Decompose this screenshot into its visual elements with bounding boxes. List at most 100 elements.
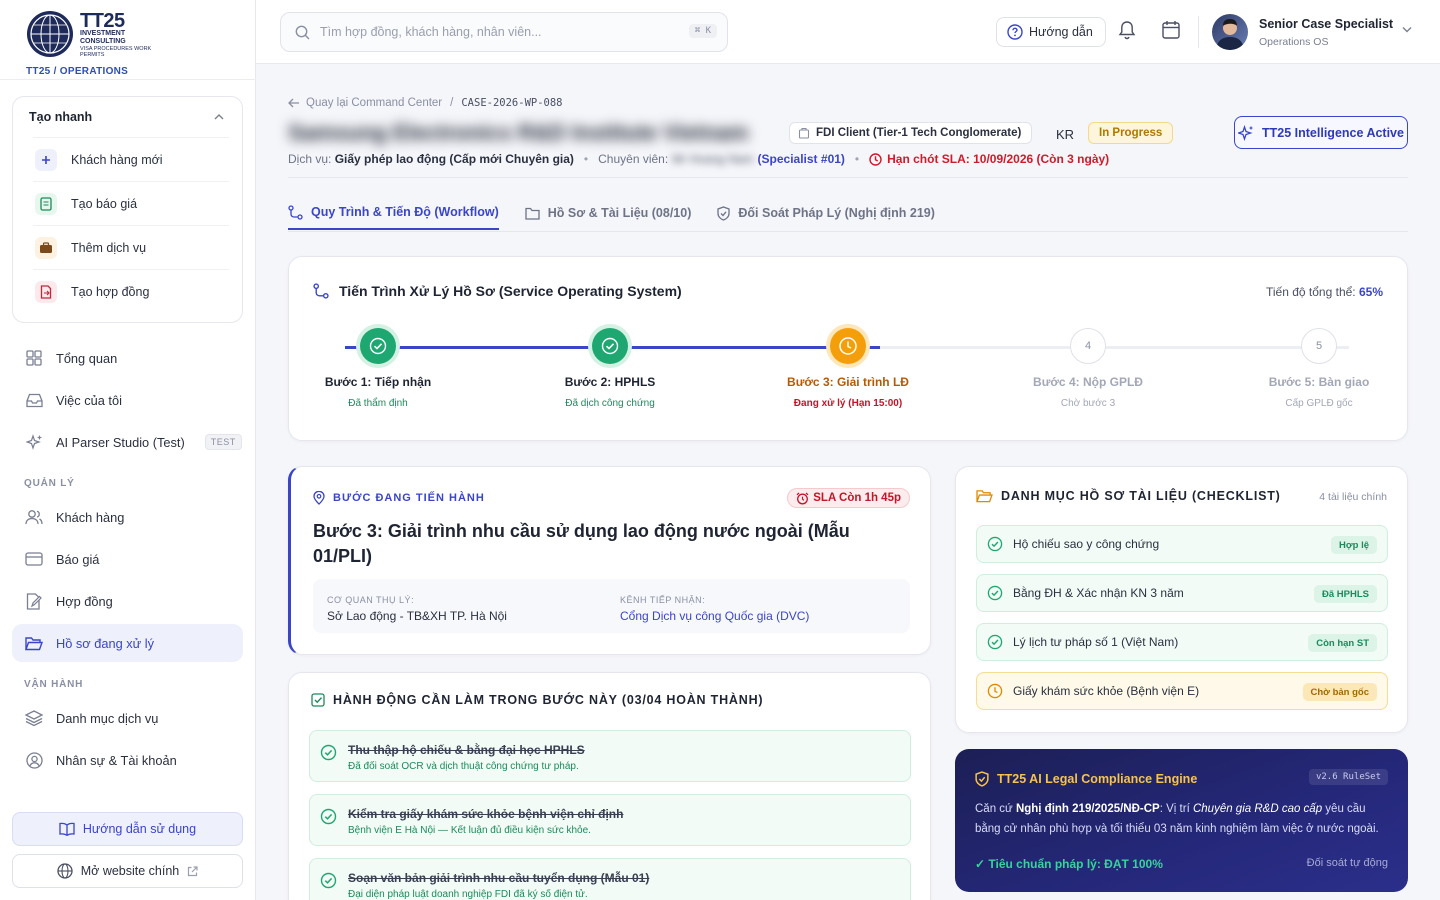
header-divider-line <box>288 177 1408 178</box>
sidebar-divider <box>0 79 256 80</box>
specialist-tag: (Specialist #01) <box>757 152 845 166</box>
bell-icon[interactable] <box>1118 20 1136 40</box>
tab-workflow[interactable]: Quy Trình & Tiến Độ (Workflow) <box>288 196 499 230</box>
action-note: Đã đối soát OCR và dịch thuật công chứng… <box>348 761 579 772</box>
checklist-item-label: Bằng ĐH & Xác nhận KN 3 năm <box>1013 586 1184 600</box>
action-title: Kiểm tra giấy khám sức khỏe bệnh viện ch… <box>348 807 624 821</box>
folder-icon <box>525 207 540 220</box>
checklist-item[interactable]: Lý lịch tư pháp số 1 (Việt Nam) Còn hạn … <box>976 623 1388 661</box>
quick-item-new-quote[interactable]: Tạo báo giá <box>33 181 229 225</box>
tab-legal-check[interactable]: Đối Soát Pháp Lý (Nghị định 219) <box>717 196 935 230</box>
nav-item-active-cases[interactable]: Hồ sơ đang xử lý <box>12 624 243 662</box>
shield-check-icon <box>975 771 989 787</box>
step-4-label: Bước 4: Nộp GPLĐ <box>1033 375 1143 389</box>
checklist-item-badge: Hợp lệ <box>1331 536 1377 554</box>
ai-intelligence-button[interactable]: TT25 Intelligence Active <box>1234 116 1408 149</box>
nav-item-quotes[interactable]: Báo giá <box>12 540 243 578</box>
open-website-button[interactable]: Mở website chính <box>12 854 243 888</box>
test-badge: TEST <box>204 434 242 450</box>
section-title-operations: VẬN HÀNH <box>24 679 84 690</box>
sla-deadline: Hạn chót SLA: 10/09/2026 (Còn 3 ngày) <box>869 152 1109 166</box>
checklist-item[interactable]: Hộ chiếu sao y công chứng Hợp lệ <box>976 525 1388 563</box>
checklist-item-badge: Còn hạn ST <box>1308 634 1377 652</box>
ai-engine-body: Căn cứ Nghị định 219/2025/NĐ-CP: Vị trí … <box>975 803 1379 835</box>
help-button[interactable]: Hướng dẫn <box>996 17 1106 47</box>
step-1-node[interactable] <box>360 328 396 364</box>
inbox-icon <box>24 393 44 408</box>
nav-item-contracts[interactable]: Hợp đồng <box>12 582 243 620</box>
layers-icon <box>24 710 44 726</box>
chevron-up-icon[interactable] <box>214 113 224 121</box>
case-tabs: Quy Trình & Tiến Độ (Workflow) Hồ Sơ & T… <box>288 196 961 232</box>
tab-documents[interactable]: Hồ Sơ & Tài Liệu (08/10) <box>525 196 691 230</box>
quick-item-label: Tạo báo giá <box>71 196 138 211</box>
nav-label: Hợp đồng <box>56 593 113 609</box>
brand-logo[interactable]: TT25 INVESTMENT CONSULTING VISA PROCEDUR… <box>24 8 224 77</box>
chevron-down-icon[interactable] <box>1402 26 1412 33</box>
search-icon <box>295 25 310 39</box>
channel-link[interactable]: Cổng Dịch vụ công Quốc gia (DVC) <box>620 609 809 623</box>
step-2-label: Bước 2: HPHLS <box>564 375 656 389</box>
user-name[interactable]: Senior Case Specialist <box>1259 17 1393 31</box>
specialist-name[interactable]: Mr Hoang Nam <box>672 152 753 166</box>
progress-card: Tiến Trình Xử Lý Hồ Sơ (Service Operatin… <box>288 256 1408 441</box>
global-search[interactable]: ⌘ K <box>280 12 728 52</box>
nav-item-my-tasks[interactable]: Việc của tôi <box>12 381 243 419</box>
overall-progress: Tiến độ tổng thể: 65% <box>1266 285 1383 299</box>
action-note: Bệnh viện E Hà Nội — Kết luận đủ điều ki… <box>348 825 591 836</box>
checklist-item[interactable]: Giấy khám sức khỏe (Bệnh viện E) Chờ bản… <box>976 672 1388 710</box>
alarm-clock-icon <box>796 492 809 505</box>
action-item[interactable]: Thu thập hộ chiếu & bằng đại học HPHLS Đ… <box>309 730 911 782</box>
external-link-icon <box>188 865 198 876</box>
check-circle-icon <box>369 337 387 355</box>
checklist-item-label: Hộ chiếu sao y công chứng <box>1013 537 1160 551</box>
checklist-item-label: Lý lịch tư pháp số 1 (Việt Nam) <box>1013 635 1179 649</box>
shield-icon <box>717 205 731 221</box>
calendar-icon[interactable] <box>1162 20 1180 39</box>
step-4-node[interactable]: 4 <box>1070 328 1106 364</box>
nav-label: Khách hàng <box>56 509 125 525</box>
quick-create-title[interactable]: Tạo nhanh <box>29 110 92 124</box>
service-label: Dịch vụ: <box>288 152 332 166</box>
folder-open-icon <box>24 636 44 651</box>
checklist-title: DANH MỤC HỒ SƠ TÀI LIỆU (CHECKLIST) <box>976 489 1281 503</box>
step-2-node[interactable] <box>592 328 628 364</box>
arrow-left-icon <box>288 98 299 108</box>
plus-icon <box>35 148 57 171</box>
quick-item-new-customer[interactable]: Khách hàng mới <box>33 137 229 181</box>
current-step-info: CƠ QUAN THỤ LÝ: Sở Lao động - TB&XH TP. … <box>313 579 910 633</box>
help-label: Hướng dẫn <box>1029 25 1093 39</box>
quick-item-add-service[interactable]: Thêm dịch vụ <box>33 225 229 269</box>
case-meta-row: Dịch vụ: Giấy phép lao động (Cấp mới Chu… <box>288 152 1110 166</box>
brand-subtitle: INVESTMENT CONSULTING VISA PROCEDURES WO… <box>80 30 152 58</box>
progress-title: Tiến Trình Xử Lý Hồ Sơ (Service Operatin… <box>313 283 682 299</box>
clock-icon <box>869 152 882 166</box>
step-3-node[interactable] <box>830 328 866 364</box>
quick-item-new-contract[interactable]: Tạo hợp đồng <box>33 269 229 313</box>
user-guide-button[interactable]: Hướng dẫn sử dụng <box>12 812 243 846</box>
nav-item-overview[interactable]: Tổng quan <box>12 339 243 377</box>
action-item[interactable]: Soạn văn bản giải trình nhu cầu tuyển dụ… <box>309 858 911 900</box>
clock-icon <box>839 337 857 355</box>
nav-label: Tổng quan <box>56 350 118 366</box>
step-5-node[interactable]: 5 <box>1301 328 1337 364</box>
checklist-item-label: Giấy khám sức khỏe (Bệnh viện E) <box>1013 684 1200 698</box>
action-item[interactable]: Kiểm tra giấy khám sức khỏe bệnh viện ch… <box>309 794 911 846</box>
nav-item-staff-accounts[interactable]: Nhân sự & Tài khoản <box>12 741 243 779</box>
checklist-item[interactable]: Bằng ĐH & Xác nhận KN 3 năm Đã HPHLS <box>976 574 1388 612</box>
folder-open-icon <box>976 490 993 503</box>
case-id: CASE-2026-WP-088 <box>461 97 563 109</box>
nav-item-ai-parser[interactable]: AI Parser Studio (Test) TEST <box>12 423 243 461</box>
clock-icon <box>987 683 1003 699</box>
step-1-label: Bước 1: Tiếp nhận <box>324 375 432 389</box>
nav-item-customers[interactable]: Khách hàng <box>12 498 243 536</box>
sparkle-icon <box>1238 124 1254 141</box>
nav-label: Báo giá <box>56 551 100 567</box>
nav-item-service-catalog[interactable]: Danh mục dịch vụ <box>12 699 243 737</box>
back-link[interactable]: Quay lại Command Center <box>306 97 442 109</box>
workflow-icon <box>313 283 329 299</box>
search-input[interactable] <box>320 25 660 39</box>
user-circle-icon <box>24 751 44 769</box>
tabs-underline <box>288 231 1408 232</box>
avatar[interactable] <box>1212 14 1248 50</box>
